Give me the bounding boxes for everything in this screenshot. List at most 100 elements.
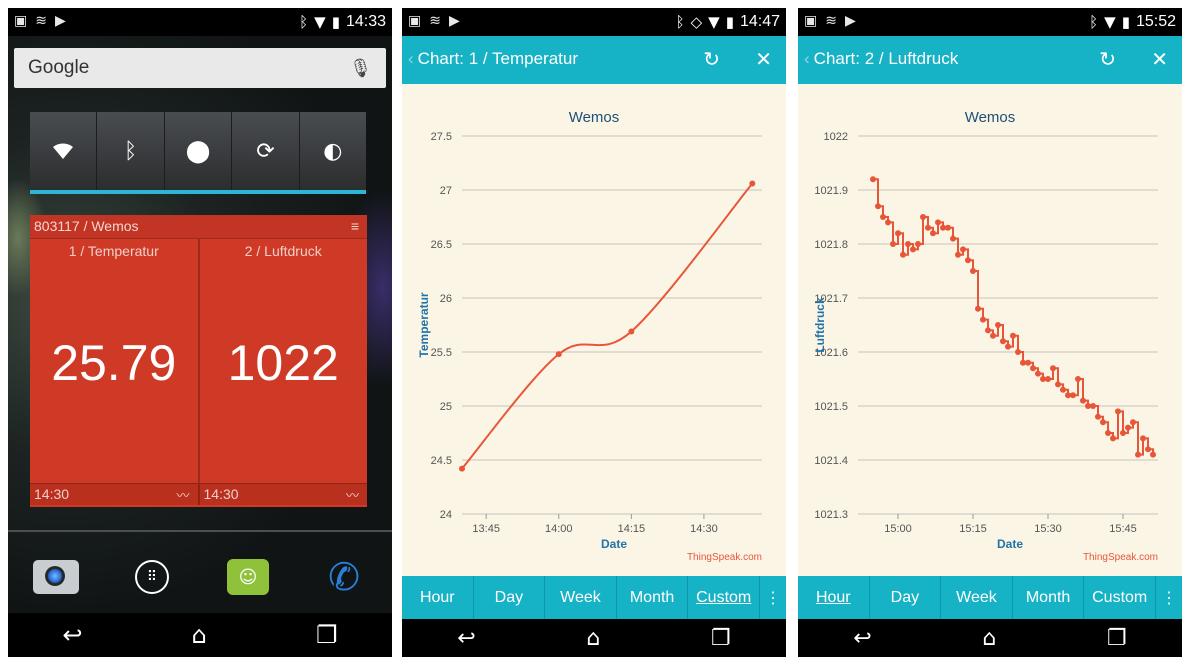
data-point bbox=[1115, 408, 1121, 415]
data-point bbox=[1120, 430, 1126, 436]
tab-month[interactable]: Month bbox=[1013, 576, 1085, 620]
data-point bbox=[975, 305, 981, 312]
location-toggle[interactable]: ⬤ bbox=[165, 112, 233, 190]
data-point bbox=[970, 268, 976, 274]
tab-custom[interactable]: Custom bbox=[688, 576, 760, 620]
back-icon[interactable]: ↩ bbox=[457, 626, 475, 651]
chart-credit: ThingSpeak.com bbox=[1083, 552, 1158, 563]
chart-title: Wemos bbox=[569, 109, 620, 126]
wifi-notification-icon: ≋ bbox=[825, 13, 837, 29]
tab-day[interactable]: Day bbox=[474, 576, 546, 620]
field-time: 14:30 bbox=[203, 486, 239, 502]
x-tick-label: 14:15 bbox=[618, 523, 646, 535]
trend-chart-icon[interactable]: 〰 bbox=[346, 485, 359, 504]
bluetooth-icon: ᛒ bbox=[675, 13, 685, 31]
bluetooth-icon: ᛒ bbox=[299, 13, 309, 31]
data-point bbox=[1015, 349, 1021, 355]
navigation-bar: ↩ ⌂ ❐ bbox=[798, 619, 1182, 657]
tab-month[interactable]: Month bbox=[617, 576, 689, 620]
widget-field-temperature[interactable]: 1 / Temperatur 25.79 bbox=[30, 239, 200, 483]
widget-field-pressure[interactable]: 2 / Luftdruck 1022 bbox=[200, 239, 368, 483]
data-point bbox=[890, 241, 896, 247]
app-title-text: Chart: 1 / Temperatur bbox=[417, 49, 578, 68]
sync-toggle[interactable]: ⟳ bbox=[232, 112, 300, 190]
menu-icon[interactable]: ≡ bbox=[351, 218, 359, 234]
tab-custom[interactable]: Custom bbox=[1084, 576, 1156, 620]
data-point bbox=[955, 251, 961, 258]
data-point bbox=[1105, 430, 1111, 436]
close-icon[interactable]: ✕ bbox=[1151, 47, 1168, 71]
bluetooth-toggle[interactable]: ᛒ bbox=[97, 112, 165, 190]
app-bar: ‹ Chart: 2 / Luftdruck ↻ ✕ bbox=[798, 36, 1182, 84]
data-point bbox=[935, 219, 941, 226]
data-point bbox=[915, 241, 921, 247]
location-pin-icon: ⬤ bbox=[185, 138, 211, 164]
y-tick-label: 27 bbox=[440, 185, 452, 197]
data-point bbox=[885, 219, 891, 226]
back-icon[interactable]: ↩ bbox=[853, 626, 871, 651]
refresh-icon[interactable]: ↻ bbox=[1099, 47, 1116, 71]
y-tick-label: 26 bbox=[440, 293, 452, 305]
tab-hour[interactable]: Hour bbox=[402, 576, 474, 620]
data-point bbox=[1075, 376, 1081, 382]
app-title[interactable]: ‹ Chart: 1 / Temperatur bbox=[408, 49, 578, 69]
home-icon[interactable]: ⌂ bbox=[192, 621, 207, 649]
refresh-icon[interactable]: ↻ bbox=[703, 47, 720, 71]
play-store-icon: ▶ bbox=[448, 13, 460, 29]
phone-app-icon[interactable]: ✆ bbox=[319, 552, 369, 602]
data-point bbox=[1010, 332, 1016, 339]
home-icon[interactable]: ⌂ bbox=[982, 626, 996, 651]
data-point bbox=[870, 176, 876, 183]
data-point bbox=[1035, 370, 1041, 377]
wifi-notification-icon: ≋ bbox=[35, 13, 47, 29]
phone-chart-temperature: ▣ ≋ ▶ ᛒ ◇ ▼ ▮ 14:47 ‹ Chart: 1 / Temperat… bbox=[402, 8, 786, 657]
data-point bbox=[990, 332, 996, 339]
data-point bbox=[950, 235, 956, 242]
chart-area: Wemos 1021.3 1021.4 1021.5 1021.6 1021.7 1021.… bbox=[798, 84, 1182, 576]
thingspeak-widget[interactable]: 803117 / Wemos ≡ 1 / Temperatur 25.79 2 … bbox=[30, 215, 367, 507]
close-icon[interactable]: ✕ bbox=[755, 47, 772, 71]
microphone-icon[interactable]: 🎙 bbox=[349, 58, 372, 79]
tab-week[interactable]: Week bbox=[545, 576, 617, 620]
app-drawer-icon[interactable]: ⠿ bbox=[127, 552, 177, 602]
field-label: 2 / Luftdruck bbox=[244, 243, 322, 259]
wifi-signal-icon: ▼ bbox=[314, 13, 326, 31]
data-point bbox=[1045, 376, 1051, 382]
recents-icon[interactable]: ❐ bbox=[316, 621, 338, 649]
app-title[interactable]: ‹ Chart: 2 / Luftdruck bbox=[804, 49, 958, 69]
play-store-icon: ▶ bbox=[844, 13, 856, 29]
overflow-menu-icon[interactable]: ⋮ bbox=[1156, 576, 1182, 620]
y-axis-label: Temperatur bbox=[417, 292, 431, 357]
overflow-menu-icon[interactable]: ⋮ bbox=[760, 576, 786, 620]
tab-week[interactable]: Week bbox=[941, 576, 1013, 620]
home-icon[interactable]: ⌂ bbox=[586, 626, 600, 651]
brightness-toggle[interactable]: ◐ bbox=[300, 112, 366, 190]
data-point bbox=[1025, 359, 1031, 366]
recents-icon[interactable]: ❐ bbox=[711, 626, 731, 651]
field-value: 1022 bbox=[227, 335, 339, 391]
messaging-app-icon[interactable]: ☺ bbox=[223, 552, 273, 602]
data-point bbox=[1135, 451, 1141, 458]
chart-area: Wemos 24 24.5 25 25.5 26 26.5 27 27.5 13:45 14:00 1… bbox=[402, 84, 786, 576]
back-icon[interactable]: ↩ bbox=[63, 621, 83, 649]
recents-icon[interactable]: ❐ bbox=[1107, 626, 1127, 651]
data-point bbox=[875, 203, 881, 210]
google-search-label: Google bbox=[28, 57, 90, 78]
wifi-toggle[interactable] bbox=[30, 112, 98, 190]
data-point bbox=[1125, 424, 1131, 431]
back-chevron-icon: ‹ bbox=[408, 49, 414, 68]
tab-hour[interactable]: Hour bbox=[798, 576, 870, 620]
status-time: 15:52 bbox=[1135, 13, 1176, 30]
navigation-bar: ↩ ⌂ ❐ bbox=[402, 619, 786, 657]
data-point bbox=[925, 224, 931, 231]
brightness-icon: ◐ bbox=[323, 138, 343, 164]
play-store-icon: ▶ bbox=[54, 13, 66, 29]
status-time: 14:47 bbox=[739, 13, 780, 30]
trend-chart-icon[interactable]: 〰 bbox=[176, 485, 189, 504]
camera-app-icon[interactable] bbox=[31, 552, 81, 602]
tab-day[interactable]: Day bbox=[870, 576, 942, 620]
rotate-icon: ◇ bbox=[690, 13, 703, 31]
y-tick-label: 25.5 bbox=[431, 347, 452, 359]
google-search-bar[interactable]: Google 🎙 bbox=[14, 48, 386, 88]
x-tick-label: 13:45 bbox=[472, 523, 500, 535]
